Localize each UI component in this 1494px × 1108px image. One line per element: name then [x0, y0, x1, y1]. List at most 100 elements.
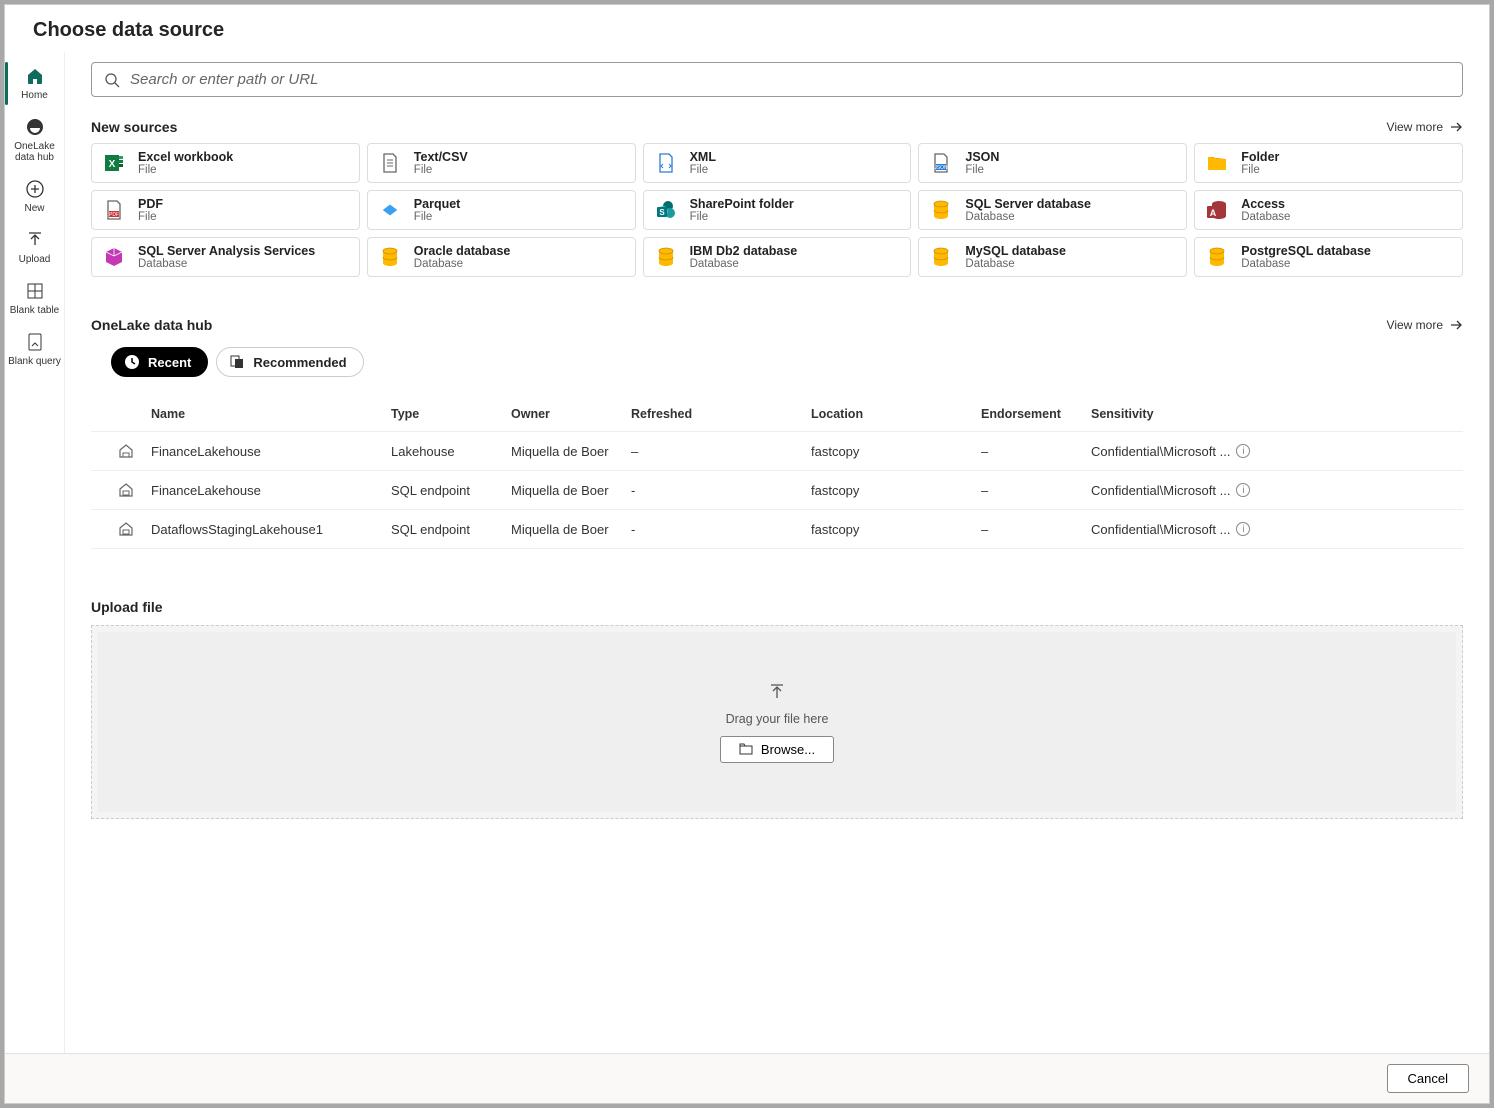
source-subtitle: File	[414, 164, 468, 176]
svg-text:JSON: JSON	[935, 165, 949, 171]
source-subtitle: Database	[965, 258, 1066, 270]
source-card-sharepoint-folder[interactable]: SSharePoint folderFile	[643, 190, 912, 230]
home-icon	[23, 64, 47, 88]
source-card-xml[interactable]: XMLFile	[643, 143, 912, 183]
pill-recent[interactable]: Recent	[111, 347, 208, 377]
access-icon: A	[1205, 198, 1229, 222]
browse-button[interactable]: Browse...	[720, 736, 834, 763]
search-wrapper[interactable]	[91, 62, 1463, 97]
sidebar-label: Upload	[19, 254, 51, 265]
db-icon	[929, 245, 953, 269]
table-row[interactable]: DataflowsStagingLakehouse1SQL endpointMi…	[91, 510, 1463, 549]
col-location[interactable]: Location	[811, 407, 981, 421]
search-input[interactable]	[130, 71, 1450, 88]
source-card-mysql-database[interactable]: MySQL databaseDatabase	[918, 237, 1187, 277]
cell-refreshed: –	[631, 444, 811, 459]
row-type-icon	[101, 442, 151, 460]
source-card-postgresql-database[interactable]: PostgreSQL databaseDatabase	[1194, 237, 1463, 277]
recommended-icon	[229, 354, 245, 370]
page-title: Choose data source	[33, 19, 1461, 42]
col-endorsement[interactable]: Endorsement	[981, 407, 1091, 421]
col-type[interactable]: Type	[391, 407, 511, 421]
table-row[interactable]: FinanceLakehouseSQL endpointMiquella de …	[91, 471, 1463, 510]
source-subtitle: File	[965, 164, 999, 176]
source-subtitle: Database	[965, 211, 1091, 223]
source-card-ibm-db2-database[interactable]: IBM Db2 databaseDatabase	[643, 237, 912, 277]
source-subtitle: File	[690, 211, 794, 223]
sidebar-item-upload[interactable]: Upload	[5, 222, 64, 273]
onelake-icon	[23, 115, 47, 139]
col-name[interactable]: Name	[151, 407, 391, 421]
cell-sensitivity: Confidential\Microsoft ...i	[1091, 483, 1453, 498]
sidebar-item-blankquery[interactable]: Blank query	[5, 324, 64, 375]
source-subtitle: File	[138, 211, 163, 223]
table-row[interactable]: FinanceLakehouseLakehouseMiquella de Boe…	[91, 432, 1463, 471]
source-card-oracle-database[interactable]: Oracle databaseDatabase	[367, 237, 636, 277]
view-more-sources[interactable]: View more	[1387, 120, 1463, 134]
info-icon[interactable]: i	[1236, 522, 1250, 536]
source-title: IBM Db2 database	[690, 244, 798, 258]
cell-owner: Miquella de Boer	[511, 444, 631, 459]
source-subtitle: Database	[414, 258, 511, 270]
cell-name: FinanceLakehouse	[151, 444, 391, 459]
view-more-onelake[interactable]: View more	[1387, 318, 1463, 332]
col-owner[interactable]: Owner	[511, 407, 631, 421]
cancel-button[interactable]: Cancel	[1387, 1064, 1469, 1093]
source-card-sql-server-analysis-services[interactable]: SQL Server Analysis ServicesDatabase	[91, 237, 360, 277]
folder-icon	[739, 743, 753, 755]
info-icon[interactable]: i	[1236, 483, 1250, 497]
source-subtitle: Database	[1241, 258, 1371, 270]
json-icon: JSON	[929, 151, 953, 175]
source-title: MySQL database	[965, 244, 1066, 258]
cell-location: fastcopy	[811, 483, 981, 498]
pill-recommended[interactable]: Recommended	[216, 347, 363, 377]
svg-text:A: A	[1210, 208, 1217, 218]
source-grid: XExcel workbookFileText/CSVFileXMLFileJS…	[91, 143, 1463, 277]
parquet-icon	[378, 198, 402, 222]
col-sensitivity[interactable]: Sensitivity	[1091, 407, 1453, 421]
source-title: SQL Server Analysis Services	[138, 244, 315, 258]
col-refreshed[interactable]: Refreshed	[631, 407, 811, 421]
upload-dropzone[interactable]: Drag your file here Browse...	[91, 625, 1463, 819]
source-card-parquet[interactable]: ParquetFile	[367, 190, 636, 230]
table-header: Name Type Owner Refreshed Location Endor…	[91, 397, 1463, 432]
dropzone-message: Drag your file here	[726, 712, 829, 726]
info-icon[interactable]: i	[1236, 444, 1250, 458]
onelake-heading: OneLake data hub	[91, 317, 212, 333]
source-title: Parquet	[414, 197, 461, 211]
source-card-folder[interactable]: FolderFile	[1194, 143, 1463, 183]
blanktable-icon	[23, 279, 47, 303]
row-type-icon	[101, 520, 151, 538]
sidebar-item-onelake[interactable]: OneLake data hub	[5, 109, 64, 171]
sidebar-label: OneLake data hub	[7, 141, 62, 163]
svg-text:S: S	[659, 208, 665, 217]
cell-type: SQL endpoint	[391, 522, 511, 537]
source-card-excel-workbook[interactable]: XExcel workbookFile	[91, 143, 360, 183]
db-icon	[1205, 245, 1229, 269]
source-title: XML	[690, 150, 716, 164]
sidebar-item-new[interactable]: New	[5, 171, 64, 222]
source-card-json[interactable]: JSONJSONFile	[918, 143, 1187, 183]
svg-text:PDF: PDF	[109, 212, 119, 218]
sidebar-item-blanktable[interactable]: Blank table	[5, 273, 64, 324]
cell-endorsement: –	[981, 444, 1091, 459]
upload-arrow-icon	[767, 682, 787, 702]
search-icon	[104, 72, 120, 88]
file-icon	[378, 151, 402, 175]
source-card-access[interactable]: AAccessDatabase	[1194, 190, 1463, 230]
svg-text:X: X	[109, 159, 116, 170]
xml-icon	[654, 151, 678, 175]
sidebar-label: Blank query	[8, 356, 61, 367]
cell-sensitivity: Confidential\Microsoft ...i	[1091, 522, 1453, 537]
source-card-pdf[interactable]: PDFPDFFile	[91, 190, 360, 230]
sidebar: Home OneLake data hub New Upload Blank table…	[5, 52, 65, 1053]
source-card-text-csv[interactable]: Text/CSVFile	[367, 143, 636, 183]
source-title: Oracle database	[414, 244, 511, 258]
cell-endorsement: –	[981, 522, 1091, 537]
source-card-sql-server-database[interactable]: SQL Server databaseDatabase	[918, 190, 1187, 230]
sidebar-item-home[interactable]: Home	[5, 58, 64, 109]
source-title: Folder	[1241, 150, 1279, 164]
cell-refreshed: -	[631, 522, 811, 537]
onelake-table: Name Type Owner Refreshed Location Endor…	[91, 397, 1463, 549]
arrow-right-icon	[1449, 120, 1463, 134]
